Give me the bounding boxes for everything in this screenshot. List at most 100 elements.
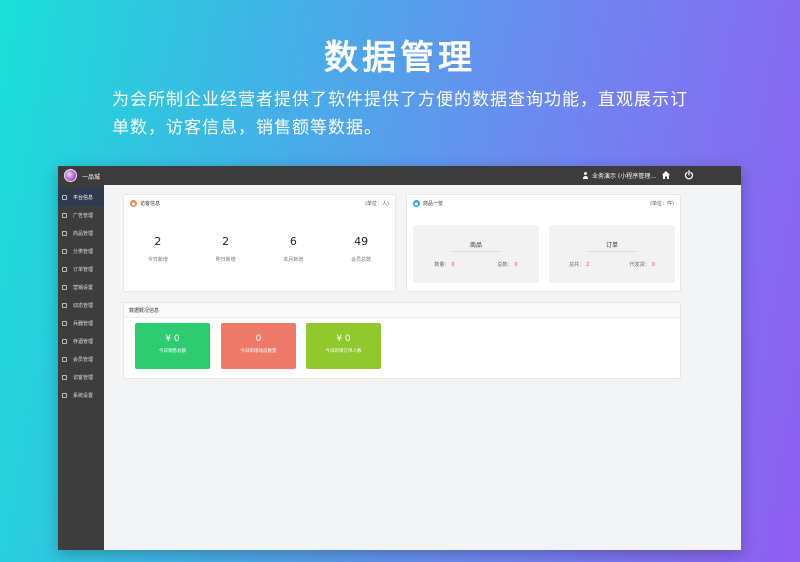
marketing-icon <box>62 284 67 290</box>
sidebar-item-members[interactable]: 会员管理 <box>58 350 104 368</box>
member-icon <box>62 356 67 362</box>
sidebar-item-wine[interactable]: 存酒管理 <box>58 332 104 350</box>
sidebar-item-label: 兵器管理 <box>73 320 94 327</box>
goods-total-value: 0 <box>514 262 518 268</box>
sidebar: 平台信息 广告管理 商品管理 分类管理 订单管理 营销设置 动态管理 兵器管理 <box>58 185 104 550</box>
visitor-panel-title: 访客信息 <box>140 200 161 207</box>
goods-card-row: 数量： 0 总数： 0 <box>413 261 539 268</box>
stat-yesterday: 2 昨日新增 <box>192 235 260 263</box>
top-bar: 一品城 业务演示 (小程序管理... <box>58 166 741 185</box>
product-badge-icon: ● <box>413 199 420 207</box>
sidebar-item-label: 广告管理 <box>73 212 94 219</box>
stat-label: 会员总数 <box>351 257 372 263</box>
sidebar-item-feed[interactable]: 动态管理 <box>58 296 104 314</box>
sidebar-item-marketing[interactable]: 营销设置 <box>58 278 104 296</box>
app-name: 一品城 <box>82 174 101 181</box>
stat-label: 本月新增 <box>283 257 304 263</box>
user-menu[interactable]: 业务演示 (小程序管理... <box>582 171 656 180</box>
orders-total-value: 2 <box>586 262 590 268</box>
divider <box>451 251 501 252</box>
goods-card: 商品 数量： 0 总数： 0 <box>413 225 539 283</box>
main-content: ● 访客信息 (单位：人) 2 今日新增 2 昨日新增 6 本月新增 49 会员… <box>104 185 741 550</box>
goods-icon <box>62 230 67 236</box>
divider <box>587 251 637 252</box>
tile-value: 0 <box>255 334 262 344</box>
sidebar-item-orders[interactable]: 订单管理 <box>58 260 104 278</box>
hero-description: 为会所制企业经营者提供了软件提供了方便的数据查询功能，直观展示订单数，访客信息，… <box>112 90 688 138</box>
tile-value: ¥ 0 <box>165 334 180 344</box>
product-panel-header: ● 商品一览 (单位：件) <box>407 195 680 211</box>
visitor-panel-header: ● 访客信息 (单位：人) <box>124 195 395 211</box>
tile-label: 今日新增订单人数 <box>325 349 362 354</box>
stat-members: 49 会员总数 <box>327 235 395 263</box>
sidebar-item-tools[interactable]: 兵器管理 <box>58 314 104 332</box>
hero-title: 数据管理 <box>324 38 476 78</box>
orders-pending-label: 代发货： <box>629 262 650 268</box>
sidebar-item-label: 营销设置 <box>73 284 94 291</box>
power-icon[interactable] <box>684 170 694 180</box>
user-label: 业务演示 (小程序管理... <box>592 173 656 180</box>
orders-pending: 代发货： 0 <box>630 261 655 268</box>
goods-total-label: 总数： <box>497 262 513 268</box>
goods-count: 数量： 0 <box>434 261 454 268</box>
home-icon[interactable] <box>661 170 671 180</box>
feed-icon <box>62 302 67 308</box>
tile-label: 今日新增动态数量 <box>240 349 277 354</box>
stat-month: 6 本月新增 <box>260 235 328 263</box>
orders-total-label: 总共： <box>569 262 585 268</box>
visitor-icon <box>62 374 67 380</box>
sidebar-item-settings[interactable]: 系统设置 <box>58 386 104 404</box>
wine-icon <box>62 338 67 344</box>
orders-total: 总共： 2 <box>569 261 589 268</box>
sidebar-item-label: 订单管理 <box>73 266 94 273</box>
user-badge-icon: ● <box>130 199 137 207</box>
tile-sales-today[interactable]: ¥ 0 今日销售总额 <box>135 323 210 369</box>
category-icon <box>62 248 67 254</box>
product-panel: ● 商品一览 (单位：件) 商品 数量： 0 总数： 0 订单 总共： 2 代发货： 0 <box>406 194 681 292</box>
stat-label: 今日新增 <box>147 257 168 263</box>
stat-value: 49 <box>354 235 369 248</box>
overview-title: 数据概况信息 <box>124 303 680 318</box>
visitor-stats: 2 今日新增 2 昨日新增 6 本月新增 49 会员总数 <box>124 235 395 263</box>
goods-count-label: 数量： <box>434 262 450 268</box>
sidebar-item-label: 平台信息 <box>73 194 94 201</box>
tile-value: ¥ 0 <box>336 334 351 344</box>
goods-card-title: 商品 <box>469 242 482 249</box>
sidebar-item-label: 商品管理 <box>73 230 94 237</box>
sidebar-item-ads[interactable]: 广告管理 <box>58 206 104 224</box>
orders-card-row: 总共： 2 代发货： 0 <box>549 261 675 268</box>
sidebar-item-label: 访客管理 <box>73 374 94 381</box>
stat-today: 2 今日新增 <box>124 235 192 263</box>
sidebar-item-platform-info[interactable]: 平台信息 <box>58 188 104 206</box>
stat-value: 2 <box>154 235 162 248</box>
sidebar-item-label: 存酒管理 <box>73 338 94 345</box>
product-panel-unit: (单位：件) <box>650 200 674 207</box>
orders-card-title: 订单 <box>605 242 618 249</box>
sidebar-item-label: 动态管理 <box>73 302 94 309</box>
ad-icon <box>62 212 67 218</box>
tile-order-users-today[interactable]: ¥ 0 今日新增订单人数 <box>306 323 381 369</box>
tile-label: 今日销售总额 <box>159 349 186 354</box>
app-window: 一品城 业务演示 (小程序管理... 平台信息 广告管理 商品管理 分类管理 订… <box>58 166 741 550</box>
sidebar-item-label: 会员管理 <box>73 356 94 363</box>
product-panel-title: 商品一览 <box>423 200 444 207</box>
stat-label: 昨日新增 <box>215 257 236 263</box>
goods-total: 总数： 0 <box>497 261 517 268</box>
settings-icon <box>62 392 67 398</box>
stat-value: 2 <box>222 235 230 248</box>
sidebar-item-goods[interactable]: 商品管理 <box>58 224 104 242</box>
orders-card: 订单 总共： 2 代发货： 0 <box>549 225 675 283</box>
info-icon <box>62 194 67 200</box>
order-icon <box>62 266 67 272</box>
tile-feeds-today[interactable]: 0 今日新增动态数量 <box>221 323 296 369</box>
tool-icon <box>62 320 67 326</box>
sidebar-item-category[interactable]: 分类管理 <box>58 242 104 260</box>
overview-panel: 数据概况信息 ¥ 0 今日销售总额 0 今日新增动态数量 ¥ 0 今日新增订单人… <box>123 302 681 379</box>
logo-icon <box>64 169 77 182</box>
user-icon <box>582 172 589 179</box>
stat-value: 6 <box>289 235 297 248</box>
goods-count-value: 0 <box>451 262 455 268</box>
sidebar-item-label: 分类管理 <box>73 248 94 255</box>
orders-pending-value: 0 <box>651 262 655 268</box>
sidebar-item-visitors[interactable]: 访客管理 <box>58 368 104 386</box>
